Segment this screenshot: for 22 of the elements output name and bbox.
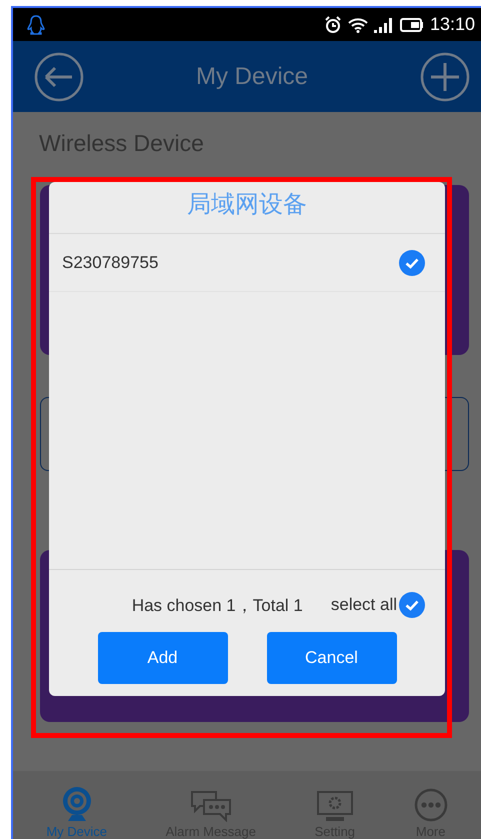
signal-icon	[374, 16, 394, 32]
dialog-button[interactable]: Cancel	[266, 632, 396, 684]
more-icon	[414, 788, 448, 822]
wifi-icon	[348, 16, 368, 32]
chat-icon	[190, 790, 232, 822]
add-icon[interactable]	[420, 52, 470, 102]
dialog-title: 局域网设备	[49, 182, 445, 234]
device-name: S230789755	[62, 252, 158, 272]
device-row[interactable]: S230789755	[49, 234, 445, 292]
clock-time: 13:10	[430, 14, 475, 35]
selection-summary: Has chosen 1，Total 1	[132, 594, 303, 616]
dialog-button[interactable]: Add	[98, 632, 228, 684]
back-icon[interactable]	[34, 52, 84, 102]
screen-title: My Device	[196, 62, 308, 90]
penguin-icon	[27, 14, 45, 34]
tab[interactable]: My Device	[46, 786, 107, 839]
alarm-icon	[324, 16, 342, 34]
monitor-gear-icon	[316, 790, 354, 822]
checked-icon[interactable]	[399, 250, 425, 276]
checked-icon[interactable]	[399, 592, 425, 618]
battery-icon	[400, 18, 424, 32]
select-all-label: select all	[330, 595, 397, 615]
